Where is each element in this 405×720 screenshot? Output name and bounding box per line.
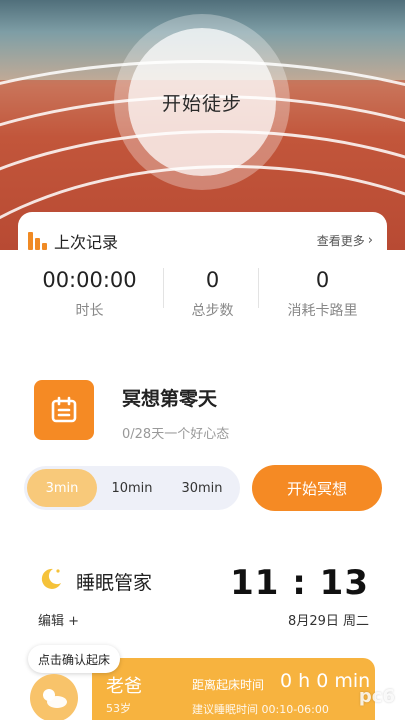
sun-cloud-icon	[43, 689, 67, 708]
stat-label: 时长	[75, 303, 104, 319]
stat-value: 0	[205, 268, 220, 292]
stat-duration: 00:00:00 时长	[28, 268, 151, 320]
member-name: 老爸	[106, 676, 142, 697]
duration-selector: 3min 10min 30min	[24, 466, 240, 510]
wakeup-weather-button[interactable]	[30, 674, 78, 720]
duration-option-10min[interactable]: 10min	[97, 469, 167, 507]
record-header: 上次记录	[28, 229, 118, 253]
view-more-label: 查看更多	[316, 234, 365, 248]
confirm-wakeup-tooltip[interactable]: 点击确认起床	[28, 645, 121, 673]
moon-icon	[38, 566, 64, 592]
sleep-manager-title: 睡眠管家	[76, 572, 153, 594]
duration-option-3min[interactable]: 3min	[27, 469, 97, 507]
bar-chart-icon	[28, 232, 48, 250]
stat-value: 0	[315, 268, 330, 292]
start-walk-button[interactable]: 开始徒步	[128, 28, 276, 176]
stat-label: 总步数	[191, 303, 234, 319]
stat-label: 消耗卡路里	[287, 303, 358, 319]
view-more-link[interactable]: 查看更多 ›	[317, 232, 373, 249]
current-time: 11 : 13	[230, 563, 369, 603]
wake-countdown-value: 0 h 0 min	[280, 670, 371, 692]
record-title: 上次记录	[54, 233, 119, 252]
edit-button[interactable]: 编辑 +	[38, 610, 79, 629]
family-member-card[interactable]: 老爸 53岁 距离起床时间 0 h 0 min 建议睡眠时间 00:10-06:…	[92, 658, 375, 720]
meditation-subtitle: 0/28天一个好心态	[122, 427, 230, 442]
chevron-right-icon: ›	[367, 233, 373, 248]
start-meditation-button[interactable]: 开始冥想	[252, 465, 382, 511]
last-record-card: 上次记录 查看更多 › 00:00:00 时长 0 总步数 0 消耗卡路里	[18, 212, 387, 332]
wake-countdown-label: 距离起床时间	[192, 678, 265, 692]
current-date: 8月29日 周二	[288, 614, 369, 629]
duration-option-30min[interactable]: 30min	[167, 469, 237, 507]
member-age: 53岁	[106, 702, 131, 715]
watermark-logo: pc6	[358, 686, 395, 707]
stat-steps: 0 总步数	[151, 268, 274, 320]
meditation-title: 冥想第零天	[122, 388, 218, 410]
recommended-sleep-time: 建议睡眠时间 00:10-06:00	[192, 703, 329, 716]
calendar-icon	[34, 380, 94, 440]
stat-value: 00:00:00	[42, 268, 137, 292]
stat-divider	[258, 268, 259, 308]
stat-calories: 0 消耗卡路里	[261, 268, 384, 320]
